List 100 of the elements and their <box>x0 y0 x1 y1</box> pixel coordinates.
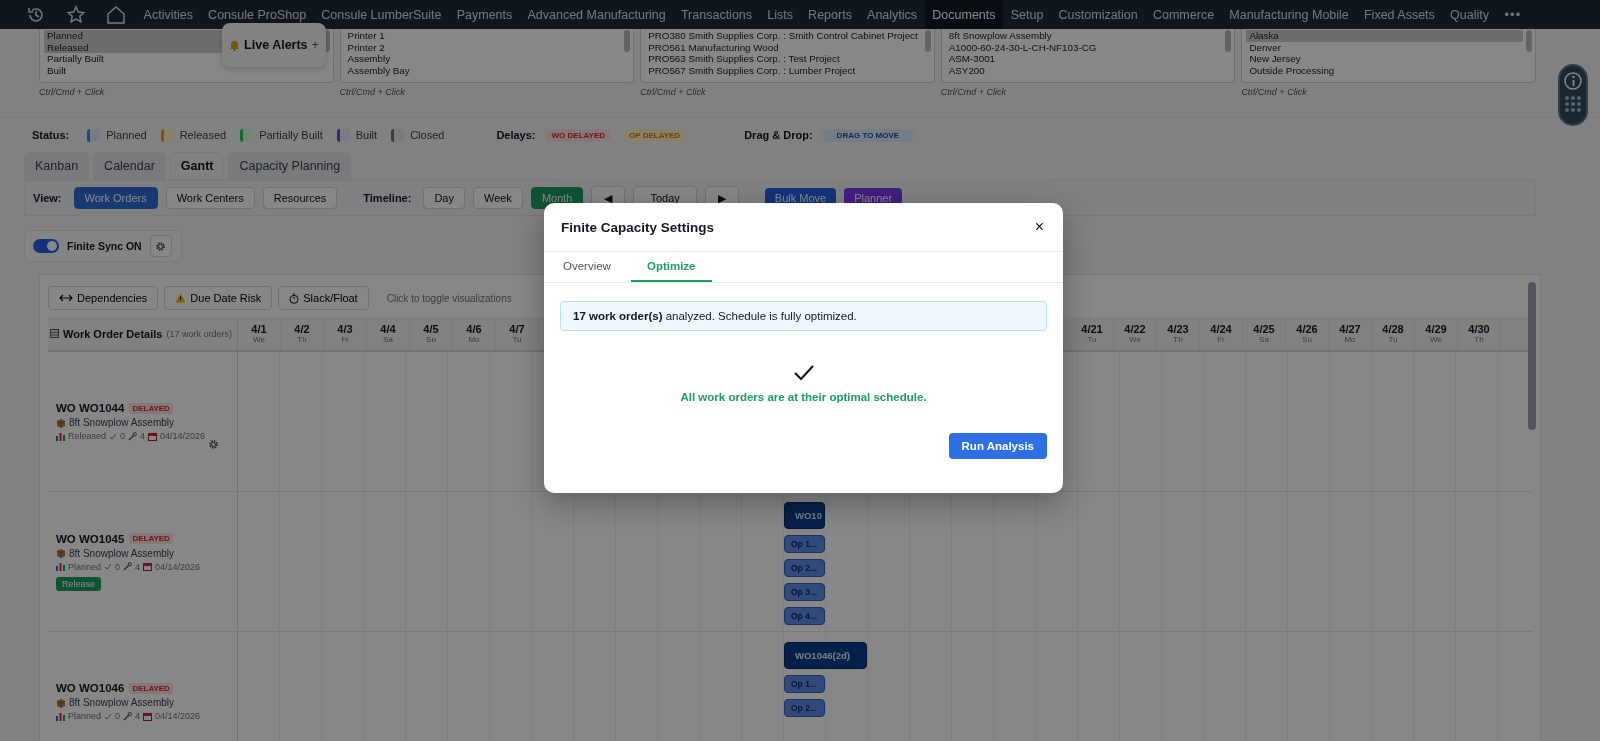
visualization-toggle[interactable]: Due Date Risk <box>164 286 273 310</box>
scrollbar-thumb[interactable] <box>624 30 631 52</box>
list-option[interactable]: Built <box>44 64 321 77</box>
hint-text: Ctrl/Cmd + Click <box>940 87 1008 97</box>
weekday: Sa <box>383 335 393 344</box>
list-option[interactable]: Assembly Bay <box>344 64 622 77</box>
view-tab[interactable]: Gantt <box>169 152 225 180</box>
timeline-button[interactable]: Day <box>423 187 465 209</box>
multi-select-list[interactable]: Printer 1 Printer 2 Assembly Assembly Bay <box>339 29 635 83</box>
multi-select-list[interactable]: 8ft Snowplow Assembly A1000-60-24-30-L-CH-NF103-CG ASM-3001 ASY200 <box>940 29 1236 83</box>
due-date: 04/14/2026 <box>160 431 206 441</box>
visualization-toggle[interactable]: Slack/Float <box>278 286 369 310</box>
wrench-icon <box>128 431 138 441</box>
info-icon[interactable] <box>1564 72 1582 90</box>
day-date: 4/24 <box>1210 323 1232 335</box>
work-order-bar[interactable]: WO10 <box>784 502 825 529</box>
nav-menu-item[interactable]: Commerce <box>1145 0 1222 29</box>
weekday: We <box>1430 335 1442 344</box>
status-swatch <box>336 128 350 142</box>
run-analysis-button[interactable]: Run Analysis <box>948 433 1047 459</box>
timeline-label: Timeline: <box>363 192 412 204</box>
list-option[interactable]: ASM-3001 <box>945 53 1223 65</box>
view-button[interactable]: Work Orders <box>73 187 158 209</box>
list-option[interactable]: ASY200 <box>945 64 1223 77</box>
wrench-icon <box>123 562 133 571</box>
nav-menu-item[interactable]: Customization <box>1051 0 1146 29</box>
star-icon[interactable] <box>66 4 86 25</box>
view-tab[interactable]: Calendar <box>93 152 166 180</box>
legend-item: Closed <box>410 129 445 141</box>
scrollbar-thumb[interactable] <box>1528 282 1536 430</box>
close-button[interactable]: × <box>1032 218 1046 236</box>
weekday: Mo <box>1344 335 1356 344</box>
scrollbar-thumb[interactable] <box>924 30 931 52</box>
list-option[interactable]: Assembly <box>344 53 622 65</box>
view-button[interactable]: Resources <box>262 187 338 209</box>
hint-text: Ctrl/Cmd + Click <box>339 87 406 97</box>
dialog-tab[interactable]: Overview <box>561 252 613 282</box>
nav-menu-item[interactable]: Documents <box>924 0 1004 29</box>
weekday: We <box>253 335 265 344</box>
nav-menu-item[interactable]: Lists <box>759 0 801 29</box>
weekday: Su <box>426 335 436 344</box>
visualization-toggle[interactable]: Dependencies <box>48 286 159 310</box>
multi-select-list[interactable]: PRO380 Smith Supplies Corp. : Smith Control Cabinet Project PRO561 Manufacturing Wood PRO563 Smith Supplies Corp. : Test Project PRO567 Smith Supplies Corp. : Lumber Project <box>640 29 935 83</box>
completed-count: 0 <box>115 711 121 721</box>
work-order-bar[interactable]: WO1046(2d) <box>784 642 867 669</box>
list-option[interactable]: PRO380 Smith Supplies Corp. : Smith Control Cabinet Project <box>645 30 922 42</box>
list-option[interactable]: New Jersey <box>1246 53 1523 65</box>
day-date: 4/22 <box>1124 323 1146 335</box>
settings-button[interactable] <box>149 235 172 257</box>
list-option[interactable]: 8ft Snowplow Assembly <box>945 30 1223 42</box>
view-tab[interactable]: Capacity Planning <box>228 152 352 180</box>
list-option[interactable]: A1000-60-24-30-L-CH-NF103-CG <box>945 41 1223 54</box>
weekday: We <box>1129 335 1141 344</box>
list-option[interactable]: Alaska <box>1246 30 1523 42</box>
nav-menu-item[interactable]: Reports <box>800 0 860 29</box>
multi-select-list[interactable]: Alaska Denver New Jersey Outside Processing <box>1241 29 1536 83</box>
operation-count: 4 <box>140 431 146 441</box>
day-date: 4/23 <box>1167 323 1189 335</box>
nav-menu-item[interactable]: Advanced Manufacturing <box>519 0 674 29</box>
stopwatch-icon <box>289 292 300 304</box>
list-option[interactable]: Printer 1 <box>344 30 622 42</box>
view-tab[interactable]: Kanban <box>24 152 90 180</box>
nav-menu-item[interactable]: Payments <box>449 0 520 29</box>
bar-chart-icon <box>56 431 65 441</box>
dialog-tab[interactable]: Optimize <box>630 252 712 282</box>
legend-item: Built <box>355 129 378 141</box>
nav-menu-item[interactable]: Transactions <box>673 0 760 29</box>
nav-menu-item[interactable]: Manufacturing Mobile <box>1221 0 1357 29</box>
nav-menu-item[interactable]: Activities <box>136 0 201 29</box>
nav-menu-item[interactable]: Setup <box>1003 0 1051 29</box>
release-button[interactable]: Release <box>56 576 102 591</box>
timeline-button[interactable]: Week <box>472 187 523 209</box>
toggle-switch[interactable] <box>33 239 59 253</box>
home-icon[interactable] <box>106 4 126 25</box>
dots-grid-icon[interactable] <box>1565 96 1581 112</box>
status-text: Planned <box>68 561 102 572</box>
nav-menu-item[interactable]: Quality <box>1442 0 1497 29</box>
nav-menu-item[interactable]: Analytics <box>859 0 925 29</box>
list-option[interactable]: Denver <box>1246 41 1523 54</box>
more-menu[interactable]: ••• <box>1504 7 1522 22</box>
scrollbar-thumb[interactable] <box>1525 30 1532 52</box>
calendar-icon <box>143 711 153 721</box>
nav-menu-item[interactable]: Fixed Assets <box>1356 0 1443 29</box>
list-option[interactable]: PRO567 Smith Supplies Corp. : Lumber Project <box>645 64 922 77</box>
list-option[interactable]: PRO563 Smith Supplies Corp. : Test Project <box>645 53 922 65</box>
help-widget[interactable] <box>1558 64 1588 126</box>
live-alerts-popup[interactable]: Live Alerts + <box>222 23 326 67</box>
item-name: 8ft Snowplow Assembly <box>69 417 175 428</box>
bell-icon <box>229 39 241 51</box>
operation-count: 4 <box>135 711 141 721</box>
scrollbar-thumb[interactable] <box>1225 30 1232 52</box>
day-date: 4/30 <box>1468 323 1490 335</box>
list-option[interactable]: PRO561 Manufacturing Wood <box>645 41 922 54</box>
view-button[interactable]: Work Centers <box>165 187 255 209</box>
legend-item: Partially Built <box>259 129 323 141</box>
weekday: Sa <box>1259 335 1269 344</box>
list-option[interactable]: Outside Processing <box>1246 64 1523 77</box>
weekday: Th <box>297 335 307 344</box>
list-option[interactable]: Printer 2 <box>344 41 622 54</box>
work-order-title: WO WO1044 <box>56 402 125 414</box>
